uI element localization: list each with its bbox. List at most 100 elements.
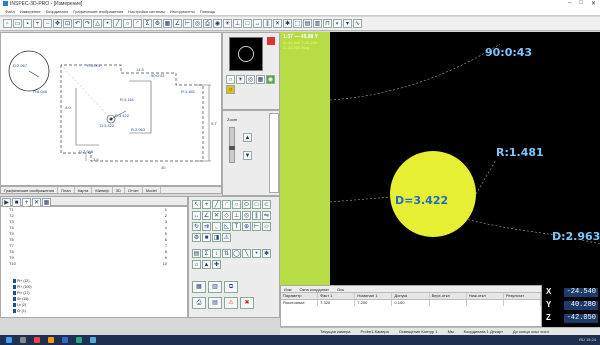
text-icon[interactable]: T	[232, 222, 241, 231]
sort-icon[interactable]: ⇅	[222, 249, 231, 258]
light-tool-icon[interactable]: ☀	[236, 75, 245, 84]
camera-view[interactable]: 1:37 — 49.98 Y X:-24.540 Y:40.280 Z:-42.…	[280, 32, 600, 285]
ellipse-icon[interactable]: ⬭	[242, 200, 251, 209]
light-icon[interactable]: ☀	[223, 19, 232, 28]
start-icon[interactable]	[6, 337, 12, 343]
origin-icon[interactable]: ⊕	[242, 222, 251, 231]
arc-tool-icon[interactable]: ◜	[222, 200, 231, 209]
circle-tool-icon[interactable]: ○	[226, 75, 235, 84]
rotate-icon[interactable]: ↻	[192, 222, 201, 231]
tangent-icon[interactable]: ⊥	[232, 211, 241, 220]
tab-model[interactable]: Model	[143, 187, 161, 193]
menu-coordinates[interactable]: Координаты	[46, 9, 69, 14]
zoom-out-icon[interactable]: −	[43, 19, 52, 28]
export-icon[interactable]: ▦	[192, 281, 206, 293]
select-icon[interactable]: ↖	[192, 200, 201, 209]
tab-axis[interactable]: Ось	[337, 287, 344, 292]
diag-icon[interactable]: ╲	[242, 249, 251, 258]
intersect-icon[interactable]: ✕	[212, 211, 221, 220]
dist-icon[interactable]: ↔	[253, 19, 262, 28]
distance-icon[interactable]: ↔	[192, 211, 201, 220]
tab-measure[interactable]: Изм	[284, 287, 291, 292]
new-icon[interactable]: ▫	[3, 19, 12, 28]
fillet-icon[interactable]: ◟	[212, 222, 221, 231]
sum-tool-icon[interactable]: Σ	[202, 249, 211, 258]
offset-icon[interactable]: ⇉	[202, 222, 211, 231]
probe-icon[interactable]: ⊥	[233, 19, 242, 28]
chamfer-icon[interactable]: ◺	[222, 222, 231, 231]
grid-view-icon[interactable]: ▥	[208, 281, 222, 293]
minimize-button[interactable]: –	[568, 0, 571, 7]
axis-icon[interactable]: ⊢	[252, 222, 261, 231]
menu-settings[interactable]: Настройки системы	[128, 9, 165, 14]
dot-icon[interactable]: •	[252, 249, 261, 258]
maximize-button[interactable]: □	[579, 0, 583, 7]
mini-preview[interactable]	[229, 37, 263, 71]
sum-icon[interactable]: Σ	[143, 19, 152, 28]
line-icon[interactable]: ╱	[113, 19, 122, 28]
curve-icon[interactable]: ∿	[353, 19, 362, 28]
vertical-scrollbar[interactable]	[269, 113, 279, 193]
drawing-canvas[interactable]: D:2.967 R:6.046 R:3.007 R:4.161 R:3.422 …	[0, 32, 222, 186]
ring-tool-icon[interactable]: ○	[226, 85, 235, 94]
menu-measure[interactable]: Измерение	[20, 9, 41, 14]
zoom-slider-track[interactable]	[229, 127, 235, 163]
app3-icon[interactable]	[90, 337, 96, 343]
menu-help[interactable]: Помощь	[200, 9, 215, 14]
tab-mini[interactable]: Миниф	[92, 187, 113, 193]
tab-3d[interactable]: 3D	[113, 187, 125, 193]
delete-tool-icon[interactable]: ✖	[240, 297, 254, 309]
plane-icon[interactable]: ▱	[262, 222, 271, 231]
open-icon[interactable]: ▭	[13, 19, 22, 28]
gear-tool-icon[interactable]: ⚙	[192, 233, 201, 242]
zoom-down-icon[interactable]: ▼	[243, 151, 252, 160]
point-icon[interactable]: •	[103, 19, 112, 28]
feature-list[interactable]: Т1 1 Т2 2 Т3 3 Т4 4 Т5 5 Т6 6 Т7 7 Т8 8 Т9 9 Т10 1…	[0, 206, 188, 318]
save-icon[interactable]: ▪	[23, 19, 32, 28]
print-icon[interactable]: ⎙	[203, 19, 212, 28]
concentric-icon[interactable]: ◎	[242, 211, 251, 220]
zoom-slider-thumb[interactable]	[229, 146, 235, 150]
grid-icon[interactable]: ▦	[163, 19, 172, 28]
measure-icon[interactable]: △	[93, 19, 102, 28]
app2-icon[interactable]	[76, 337, 82, 343]
fit-circle-icon[interactable]: ◯	[232, 249, 241, 258]
layers-icon[interactable]: ▤	[303, 19, 312, 28]
tab-plan[interactable]: План	[58, 187, 75, 193]
star-tool-icon[interactable]: ✱	[262, 249, 271, 258]
print-tool-icon[interactable]: ⎙	[192, 297, 206, 309]
pan-icon[interactable]: ✥	[53, 19, 62, 28]
zoom-up-icon[interactable]: ▲	[243, 133, 252, 142]
fit-icon[interactable]: ⊡	[63, 19, 72, 28]
color-tool-icon[interactable]: ◉	[266, 75, 275, 84]
zoom-in-icon[interactable]: +	[33, 19, 42, 28]
warning-icon[interactable]: ⚠	[222, 233, 231, 242]
gear-icon[interactable]: ⚙	[153, 19, 162, 28]
edge-icon[interactable]: ◨	[212, 233, 221, 242]
tab-coord-windows[interactable]: Окна координат	[299, 287, 329, 292]
window-icon[interactable]: ⧉	[224, 281, 238, 293]
dim-icon[interactable]: ↕	[212, 249, 221, 258]
grid-tool-icon[interactable]: ▦	[256, 75, 265, 84]
alert-icon[interactable]: ⚠	[224, 297, 238, 309]
table-row[interactable]: Расстояние 7.320 7.200 0.100	[281, 300, 541, 306]
search-icon[interactable]	[20, 337, 26, 343]
camera-icon[interactable]: ◉	[213, 19, 222, 28]
tab-graphics[interactable]: Графические изображения	[1, 187, 59, 193]
line-tool-icon[interactable]: ╱	[212, 200, 221, 209]
mirror-icon[interactable]: ⇋	[262, 211, 271, 220]
cross-tool-icon[interactable]: ✚	[212, 260, 221, 269]
square-icon[interactable]: □	[243, 19, 252, 28]
fill-icon[interactable]: ■	[202, 233, 211, 242]
list-item[interactable]: Т10 10	[1, 261, 187, 267]
slot-icon[interactable]: ⊂	[262, 200, 271, 209]
rect-icon[interactable]: □	[252, 200, 261, 209]
parallel-icon[interactable]: ∥	[263, 19, 272, 28]
lock-icon[interactable]: ⊓	[323, 19, 332, 28]
point-tool-icon[interactable]: +	[202, 200, 211, 209]
triangle-icon[interactable]: ▲	[202, 260, 211, 269]
frame-icon[interactable]: ⬚	[293, 19, 302, 28]
report-icon[interactable]: ▥	[313, 19, 322, 28]
target-icon[interactable]: ◎	[193, 19, 202, 28]
circle-icon[interactable]: ○	[123, 19, 132, 28]
